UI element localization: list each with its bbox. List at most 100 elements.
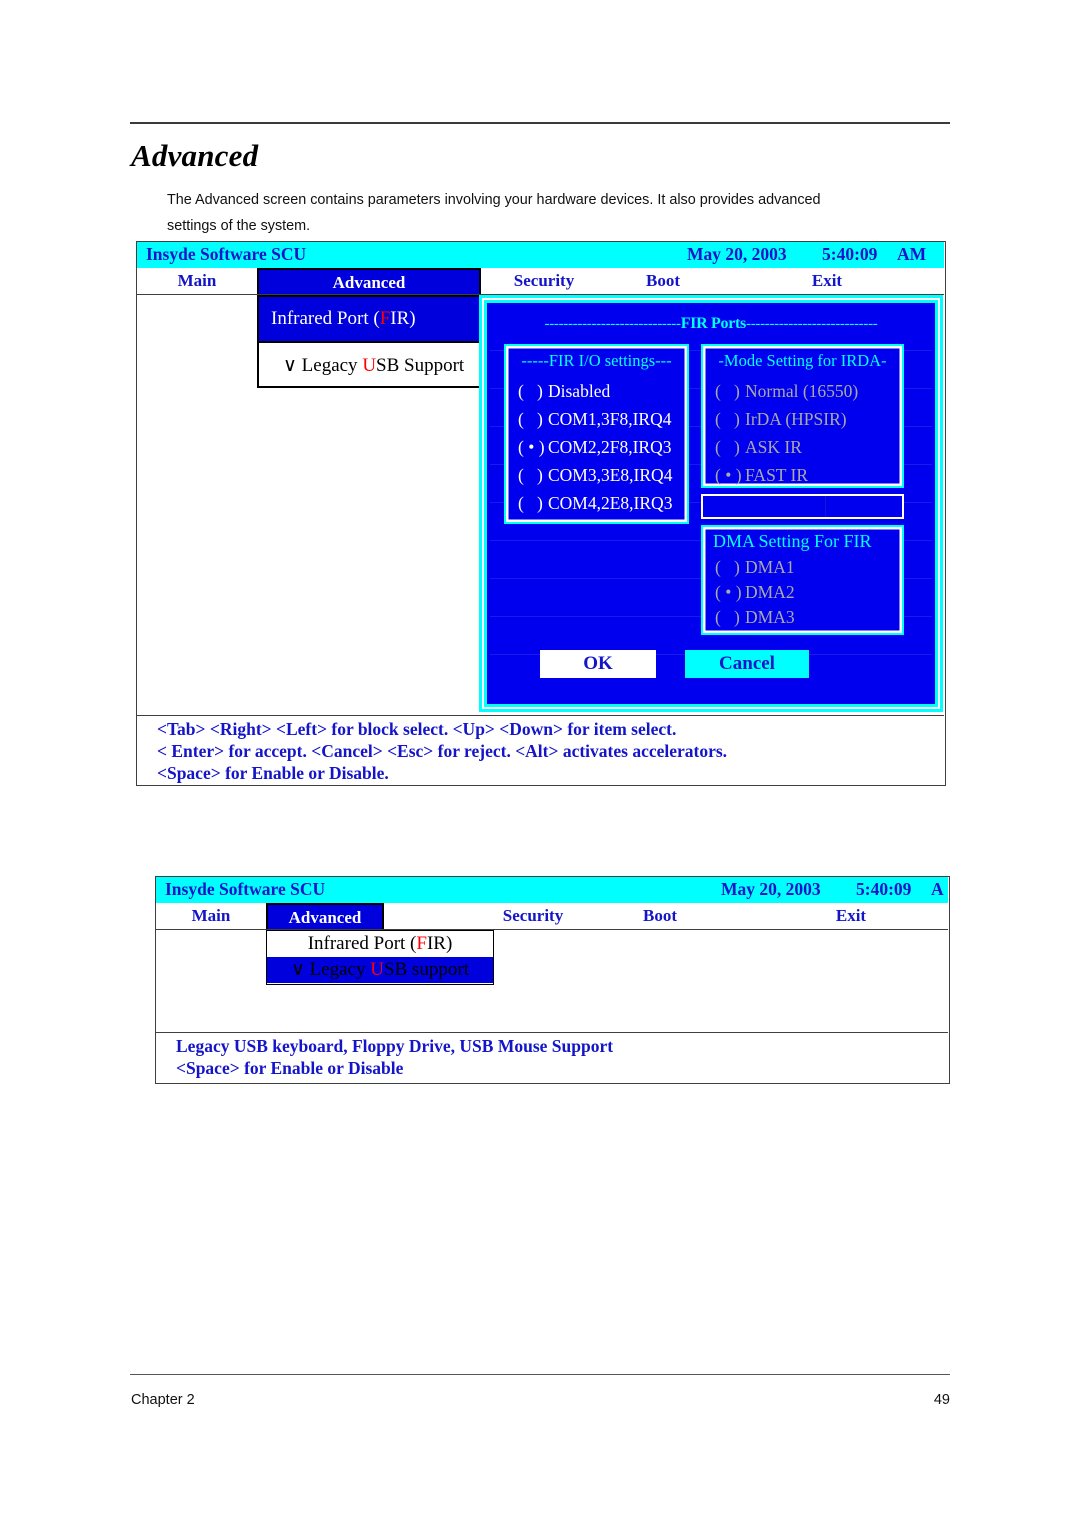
- radio-com4-label: COM4,2E8,IRQ3: [548, 493, 673, 513]
- radio-fast-ir-label: FAST IR: [745, 465, 809, 485]
- tab-boot[interactable]: Boot: [611, 268, 715, 294]
- radio-dma2-label: DMA2: [745, 582, 795, 602]
- screen2-help-line-1: Legacy USB keyboard, Floppy Drive, USB M…: [176, 1036, 614, 1056]
- radio-ask-ir[interactable]: ( ) ASK IR: [715, 437, 802, 458]
- radio-fast-ir-indicator: ( • ): [715, 465, 742, 485]
- radio-ask-ir-label: ASK IR: [745, 437, 802, 457]
- radio-dma3[interactable]: ( ) DMA3: [715, 607, 795, 628]
- page-title: Advanced: [131, 138, 259, 173]
- radio-com3-indicator: ( ): [518, 465, 543, 485]
- tab-main[interactable]: Main: [137, 268, 257, 294]
- screen1-help-line-1: <Tab> <Right> <Left> for block select. <…: [157, 719, 677, 739]
- menu-item-legacy-usb-label-pre: ∨ Legacy: [283, 355, 363, 376]
- screen1-title-bar: Insyde Software SCU May 20, 2003 5:40:09…: [137, 242, 944, 268]
- screen2-menu-item-legacy-usb-support[interactable]: ∨ Legacy USB support: [267, 957, 493, 983]
- radio-ask-ir-indicator: ( ): [715, 437, 740, 457]
- menu-item-infrared-port-label-pre: Infrared Port (: [271, 308, 380, 329]
- screen2-help-footer: Legacy USB keyboard, Floppy Drive, USB M…: [156, 1032, 948, 1083]
- screen2-time: 5:40:09: [856, 879, 912, 899]
- radio-com2[interactable]: ( • ) COM2,2F8,IRQ3: [518, 437, 672, 458]
- screen1-help-line-3: <Space> for Enable or Disable.: [157, 763, 389, 783]
- radio-dma1-indicator: ( ): [715, 557, 740, 577]
- screen2-menu-item-infrared-port-label-pre: Infrared Port (: [307, 933, 417, 954]
- intro-paragraph-line-1: The Advanced screen contains parameters …: [167, 192, 821, 208]
- radio-com1-label: COM1,3F8,IRQ4: [548, 409, 672, 429]
- screen2-title-bar: Insyde Software SCU May 20, 2003 5:40:09…: [156, 877, 948, 903]
- tab-security[interactable]: Security: [485, 268, 603, 294]
- bios-screenshot-fir-dialog: Insyde Software SCU May 20, 2003 5:40:09…: [136, 241, 946, 786]
- fir-io-settings-title: -----FIR I/O settings---: [521, 351, 672, 370]
- radio-disabled[interactable]: ( ) Disabled: [518, 381, 610, 402]
- cancel-button[interactable]: Cancel: [685, 650, 809, 678]
- fir-ports-dashes-right: ----------------------------: [746, 316, 878, 332]
- irda-mode-setting-title: -Mode Setting for IRDA-: [718, 351, 887, 370]
- radio-dma3-label: DMA3: [745, 607, 795, 627]
- menu-item-infrared-port-label-post: IR): [390, 308, 416, 329]
- screen1-date: May 20, 2003: [687, 244, 787, 264]
- menu-item-legacy-usb-label-post: SB Support: [376, 355, 465, 376]
- screen2-menu-item-legacy-usb-accel: U: [370, 959, 385, 980]
- screen2-menu-bar: Main Advanced Security Boot Exit: [156, 903, 948, 930]
- radio-irda-hpsir-indicator: ( ): [715, 409, 740, 429]
- radio-irda-hpsir-label: IrDA (HPSIR): [745, 409, 847, 429]
- radio-com4[interactable]: ( ) COM4,2E8,IRQ3: [518, 493, 672, 514]
- screen2-menu-item-infrared-port[interactable]: Infrared Port (FIR): [267, 931, 493, 957]
- radio-dma1[interactable]: ( ) DMA1: [715, 557, 795, 578]
- radio-normal-16550-label: Normal (16550): [745, 381, 859, 401]
- tab-advanced[interactable]: Advanced: [257, 268, 481, 294]
- screen1-ampm: AM: [897, 244, 927, 264]
- radio-irda-hpsir[interactable]: ( ) IrDA (HPSIR): [715, 409, 847, 430]
- radio-com4-indicator: ( ): [518, 493, 543, 513]
- screen2-tab-exit[interactable]: Exit: [801, 903, 901, 929]
- screen2-tab-security[interactable]: Security: [474, 903, 592, 929]
- irda-blank-field-box: [701, 494, 904, 519]
- screen2-date: May 20, 2003: [721, 879, 821, 899]
- bios-screenshot-legacy-usb: Insyde Software SCU May 20, 2003 5:40:09…: [155, 876, 950, 1084]
- screen2-tab-advanced[interactable]: Advanced: [266, 903, 384, 929]
- radio-com2-label: COM2,2F8,IRQ3: [548, 437, 672, 457]
- screen1-menu-bar: Main Advanced Security Boot Exit: [137, 268, 944, 295]
- screen2-menu-item-legacy-usb-label-post: SB support: [384, 959, 470, 980]
- screen2-tab-boot[interactable]: Boot: [608, 903, 712, 929]
- menu-item-infrared-port[interactable]: Infrared Port (FIR): [259, 297, 479, 341]
- screen1-app-title: Insyde Software SCU: [146, 244, 307, 264]
- radio-com3-label: COM3,3E8,IRQ4: [548, 465, 673, 485]
- screen2-ampm: A: [931, 879, 944, 899]
- radio-disabled-label: Disabled: [548, 381, 611, 401]
- radio-com1[interactable]: ( ) COM1,3F8,IRQ4: [518, 409, 672, 430]
- radio-normal-16550[interactable]: ( ) Normal (16550): [715, 381, 858, 402]
- radio-dma2-indicator: ( • ): [715, 582, 742, 602]
- screen2-tab-main[interactable]: Main: [156, 903, 266, 929]
- radio-com2-indicator: ( • ): [518, 437, 545, 457]
- screen2-menu-item-infrared-port-label-post: IR): [426, 933, 453, 954]
- menu-item-legacy-usb-accel: U: [362, 355, 377, 376]
- ok-button[interactable]: OK: [540, 650, 656, 678]
- footer-chapter-label: Chapter 2: [131, 1392, 195, 1408]
- footer-page-number: 49: [933, 1392, 950, 1408]
- radio-fast-ir[interactable]: ( • ) FAST IR: [715, 465, 808, 486]
- radio-dma2[interactable]: ( • ) DMA2: [715, 582, 795, 603]
- intro-paragraph-line-2: settings of the system.: [167, 218, 311, 234]
- menu-item-legacy-usb-support[interactable]: ∨ Legacy USB Support: [259, 341, 479, 386]
- screen1-help-footer: <Tab> <Right> <Left> for block select. <…: [137, 715, 944, 785]
- fir-ports-dashes-left: -----------------------------: [544, 316, 681, 332]
- radio-com1-indicator: ( ): [518, 409, 543, 429]
- fir-ports-frame-label: -----------------------------FIR Ports--…: [482, 315, 940, 333]
- header-rule: [130, 122, 950, 124]
- fir-ports-dialog: -----------------------------FIR Ports--…: [479, 295, 943, 712]
- screen2-advanced-dropdown: Infrared Port (FIR) ∨ Legacy USB support: [266, 930, 494, 985]
- screen2-help-line-2: <Space> for Enable or Disable: [176, 1058, 404, 1078]
- irda-mode-setting-group: -Mode Setting for IRDA- ( ) Normal (16550…: [701, 344, 904, 488]
- dma-setting-group: DMA Setting For FIR ( ) DMA1 ( • ) DMA2 ( …: [701, 525, 904, 635]
- screen1-advanced-dropdown: Infrared Port (FIR) ∨ Legacy USB Support: [257, 295, 481, 388]
- menu-item-infrared-port-accel: F: [379, 308, 391, 329]
- screen2-menu-item-infrared-port-accel: F: [416, 933, 427, 954]
- screen1-time: 5:40:09: [822, 244, 878, 264]
- radio-dma3-indicator: ( ): [715, 607, 740, 627]
- dma-setting-title: DMA Setting For FIR: [713, 531, 872, 551]
- radio-com3[interactable]: ( ) COM3,3E8,IRQ4: [518, 465, 672, 486]
- radio-dma1-label: DMA1: [745, 557, 795, 577]
- screen2-app-title: Insyde Software SCU: [165, 879, 326, 899]
- screen2-menu-item-legacy-usb-label-pre: ∨ Legacy: [290, 959, 371, 980]
- tab-exit[interactable]: Exit: [777, 268, 877, 294]
